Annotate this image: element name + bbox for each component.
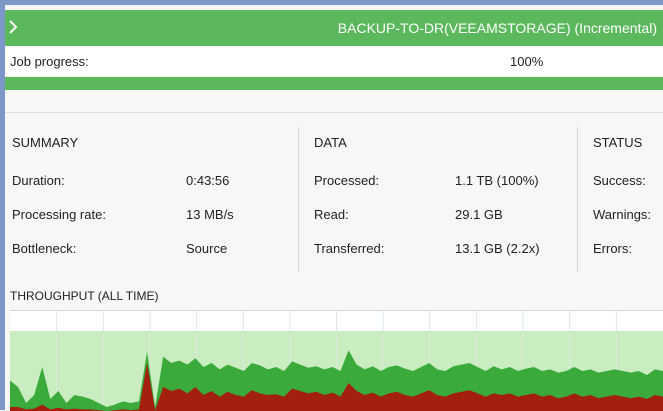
job-progress-row: Job progress: 100% <box>5 46 663 76</box>
status-label-errors: Errors: <box>593 241 632 256</box>
data-label-transferred: Transferred: <box>314 241 385 256</box>
window-frame-top <box>0 0 663 5</box>
summary-value-processing-rate: 13 MB/s <box>186 207 234 222</box>
job-progress-label: Job progress: <box>10 54 89 69</box>
job-progress-value: 100% <box>510 54 544 69</box>
summary-value-duration: 0:43:56 <box>186 173 230 188</box>
data-value-processed: 1.1 TB (100%) <box>455 173 539 188</box>
chevron-right-icon[interactable] <box>7 19 19 35</box>
column-separator <box>577 127 578 272</box>
data-label-read: Read: <box>314 207 349 222</box>
summary-label-duration: Duration: <box>12 173 65 188</box>
status-title: STATUS <box>593 135 643 150</box>
summary-value-bottleneck: Source <box>186 241 228 256</box>
job-progress-bar <box>5 77 663 90</box>
status-label-warnings: Warnings: <box>593 207 652 222</box>
data-value-read: 29.1 GB <box>455 207 503 222</box>
throughput-chart-svg <box>10 311 663 411</box>
title-bar: BACKUP-TO-DR(VEEAMSTORAGE) (Incremental) <box>5 10 663 46</box>
status-label-success: Success: <box>593 173 646 188</box>
summary-label-processing-rate: Processing rate: <box>12 207 106 222</box>
summary-title: SUMMARY <box>12 135 79 150</box>
column-separator <box>298 127 299 272</box>
job-progress-fill <box>5 77 663 90</box>
throughput-title: THROUGHPUT (ALL TIME) <box>10 289 159 303</box>
data-label-processed: Processed: <box>314 173 380 188</box>
throughput-chart <box>10 310 663 411</box>
summary-label-bottleneck: Bottleneck: <box>12 241 77 256</box>
data-title: DATA <box>314 135 347 150</box>
window-title: BACKUP-TO-DR(VEEAMSTORAGE) (Incremental) <box>337 20 657 36</box>
section-divider <box>5 112 663 113</box>
data-value-transferred: 13.1 GB (2.2x) <box>455 241 540 256</box>
